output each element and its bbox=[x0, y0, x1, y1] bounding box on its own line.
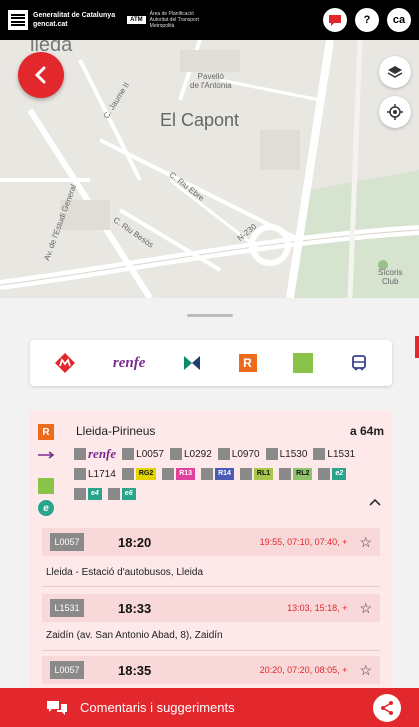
station-distance: a 64m bbox=[349, 424, 384, 438]
mode-rodalies[interactable]: R bbox=[238, 348, 257, 378]
line-tag-rl1[interactable]: RL1 bbox=[239, 466, 274, 482]
bus-e-icon: e bbox=[38, 500, 54, 516]
renfe-logo: renfe bbox=[112, 354, 146, 371]
rodalies-icon: R bbox=[238, 354, 257, 372]
metro-icon bbox=[55, 353, 76, 373]
crosshair-icon bbox=[387, 104, 403, 120]
atm-description: Àrea de Planificació Autoritat del Trans… bbox=[149, 11, 199, 29]
favorite-star-icon[interactable]: ☆ bbox=[359, 662, 372, 679]
language-button[interactable]: ca bbox=[387, 8, 411, 32]
line-chip[interactable]: L0292 bbox=[169, 446, 212, 462]
atm-logo[interactable]: ATM Àrea de Planificació Autoritat del T… bbox=[127, 11, 206, 29]
generalitat-logo[interactable]: Generalitat de Catalunya gencat.cat bbox=[8, 10, 115, 30]
line-tag-e4[interactable]: e4 bbox=[74, 486, 102, 502]
map-district-label: El Capont bbox=[160, 110, 240, 130]
favorite-star-icon[interactable]: ☆ bbox=[359, 600, 372, 617]
bus-interurban-icon bbox=[38, 478, 54, 494]
feedback-bar[interactable]: Comentaris i suggeriments bbox=[0, 688, 419, 727]
line-chips: renfe L0057 L0292 L0970 L1530 L1531 L171… bbox=[74, 446, 374, 502]
line-chip[interactable]: L1530 bbox=[265, 446, 307, 462]
gencat-domain: gencat.cat bbox=[33, 21, 68, 28]
transport-mode-bar: renfe R bbox=[30, 340, 392, 386]
sheet-drag-handle[interactable] bbox=[187, 314, 233, 317]
departure-row[interactable]: L1531 18:33 13:03, 15:18, + ☆ bbox=[42, 594, 380, 622]
departure-row[interactable]: L0057 18:20 19:55, 07:10, 07:40, + ☆ bbox=[42, 528, 380, 556]
departure-time: 18:35 bbox=[118, 662, 152, 678]
line-chip-renfe[interactable]: renfe bbox=[74, 446, 116, 462]
mode-interurban-bus[interactable] bbox=[293, 348, 314, 378]
line-chip[interactable]: L1531 bbox=[313, 446, 355, 462]
mode-fgc[interactable] bbox=[182, 348, 202, 378]
line-chip[interactable]: L0057 bbox=[122, 446, 164, 462]
divider bbox=[42, 586, 380, 587]
mode-bus[interactable] bbox=[350, 348, 368, 378]
departure-stop: Zaidín (av. San Antonio Abad, 8), Zaidín bbox=[46, 630, 223, 641]
departure-line-code: L1531 bbox=[50, 599, 84, 617]
departure-line-code: L0057 bbox=[50, 661, 84, 679]
map-poi-label: Pavelló de l'Antonia bbox=[190, 72, 232, 90]
help-button[interactable]: ? bbox=[355, 8, 379, 32]
line-tag-rg2[interactable]: RG2 bbox=[121, 466, 157, 482]
station-name: Lleida-Pirineus bbox=[76, 424, 156, 438]
atm-code: ATM bbox=[127, 16, 146, 24]
renfe-arrow-icon bbox=[38, 446, 56, 459]
share-icon bbox=[381, 701, 393, 715]
bus-interurban-icon bbox=[293, 353, 314, 373]
chat-button[interactable] bbox=[323, 8, 347, 32]
chevron-up-icon bbox=[369, 498, 381, 506]
side-indicator bbox=[415, 336, 419, 358]
collapse-button[interactable] bbox=[368, 496, 382, 510]
top-bar: Generalitat de Catalunya gencat.cat ATM … bbox=[0, 0, 419, 40]
my-location-button[interactable] bbox=[379, 96, 411, 128]
departure-next-times: 20:20, 07:20, 08:05, + bbox=[259, 665, 348, 675]
map-club-label: Sícoris Club bbox=[378, 268, 403, 286]
departure-next-times: 13:03, 15:18, + bbox=[287, 603, 348, 613]
line-chip[interactable]: L1714 bbox=[74, 466, 116, 482]
chevron-left-icon bbox=[34, 66, 46, 84]
departure-next-times: 19:55, 07:10, 07:40, + bbox=[259, 537, 348, 547]
generalitat-mark-icon bbox=[8, 10, 28, 30]
back-button[interactable] bbox=[18, 52, 64, 98]
line-tag-e6[interactable]: e6 bbox=[107, 486, 136, 502]
feedback-label: Comentaris i suggeriments bbox=[80, 700, 235, 715]
departure-time: 18:33 bbox=[118, 600, 152, 616]
departure-row[interactable]: L0057 18:35 20:20, 07:20, 08:05, + ☆ bbox=[42, 656, 380, 684]
line-chip[interactable]: L0970 bbox=[217, 446, 260, 462]
divider bbox=[42, 650, 380, 651]
bottom-sheet: renfe R R e Lleida-Pirineus a 64m renfe … bbox=[0, 298, 419, 700]
line-tag-e2[interactable]: e2 bbox=[318, 466, 347, 482]
departure-time: 18:20 bbox=[118, 534, 152, 550]
layers-button[interactable] bbox=[379, 56, 411, 88]
mode-metro[interactable] bbox=[54, 348, 76, 378]
favorite-star-icon[interactable]: ☆ bbox=[359, 534, 372, 551]
layers-icon bbox=[387, 66, 403, 78]
generalitat-name: Generalitat de Catalunya bbox=[33, 12, 116, 19]
line-tag-r14[interactable]: R14 bbox=[201, 466, 234, 482]
departure-stop: Lleida - Estació d'autobusos, Lleida bbox=[46, 567, 204, 578]
mode-renfe[interactable]: renfe bbox=[113, 348, 146, 378]
chat-bubble-icon bbox=[329, 15, 341, 26]
line-tag-rl2[interactable]: RL2 bbox=[279, 466, 313, 482]
comments-icon bbox=[47, 700, 67, 715]
departure-line-code: L0057 bbox=[50, 533, 84, 551]
line-tag-r13[interactable]: R13 bbox=[162, 466, 196, 482]
fgc-icon bbox=[183, 356, 200, 370]
bus-icon bbox=[351, 355, 366, 371]
rodalies-icon: R bbox=[38, 424, 54, 440]
station-card[interactable]: R e Lleida-Pirineus a 64m renfe L0057 L0… bbox=[30, 410, 392, 700]
share-button[interactable] bbox=[373, 694, 401, 722]
